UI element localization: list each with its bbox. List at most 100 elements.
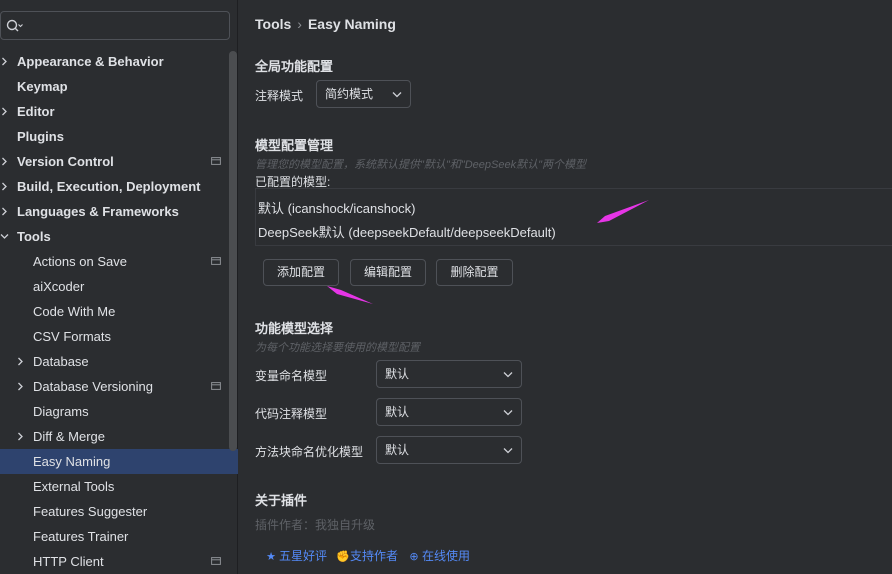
chevron-right-icon[interactable] [0, 107, 9, 116]
list-item[interactable]: 默认 (icanshock/icanshock) [258, 198, 416, 217]
sidebar-item-label: aiXcoder [33, 279, 85, 294]
sidebar-item-actions-on-save[interactable]: Actions on Save [0, 249, 238, 274]
chevron-down-icon [503, 372, 513, 378]
chevron-right-icon[interactable] [0, 182, 9, 191]
code-comment-model-value: 默认 [385, 405, 410, 419]
support-author-label: 支持作者 [350, 549, 399, 563]
sidebar-item-label: CSV Formats [33, 329, 112, 344]
feature-model-title: 功能模型选择 [255, 321, 334, 336]
configured-models-list[interactable]: 默认 (icanshock/icanshock) DeepSeek默认 (dee… [255, 188, 892, 246]
sidebar-item-label: Plugins [17, 129, 64, 144]
sidebar-item-features-trainer[interactable]: Features Trainer [0, 524, 238, 549]
project-scope-icon [211, 557, 221, 565]
settings-main-panel: Tools › Easy Naming 全局功能配置 注释模式 简约模式 模型配置管… [239, 0, 892, 574]
breadcrumb: Tools › Easy Naming [255, 16, 396, 32]
sidebar-item-label: Appearance & Behavior [17, 54, 164, 69]
chevron-right-icon[interactable] [16, 432, 25, 441]
model-config-title: 模型配置管理 [255, 138, 334, 153]
comment-mode-value: 简约模式 [325, 87, 374, 101]
sidebar-item-aixcoder[interactable]: aiXcoder [0, 274, 238, 299]
model-config-hint: 管理您的模型配置，系统默认提供"默认"和"DeepSeek默认"两个模型 [255, 159, 586, 171]
sidebar-item-code-with-me[interactable]: Code With Me [0, 299, 238, 324]
sidebar-item-label: Code With Me [33, 304, 116, 319]
sidebar-item-diagrams[interactable]: Diagrams [0, 399, 238, 424]
sidebar-item-label: Tools [17, 229, 51, 244]
sidebar-item-database[interactable]: Database [0, 349, 238, 374]
method-naming-model-label: 方法块命名优化模型 [255, 445, 364, 459]
chevron-right-icon[interactable] [16, 357, 25, 366]
method-naming-model-value: 默认 [385, 443, 410, 457]
sidebar-item-editor[interactable]: Editor [0, 99, 238, 124]
sidebar-item-label: Features Trainer [33, 529, 129, 544]
annotation-arrow-icon [597, 200, 649, 223]
sidebar-item-label: Easy Naming [33, 454, 111, 469]
search-input[interactable] [25, 16, 225, 36]
comment-mode-label: 注释模式 [255, 89, 304, 103]
breadcrumb-parent[interactable]: Tools [255, 16, 291, 32]
chevron-down-icon [503, 410, 513, 416]
chevron-right-icon[interactable] [0, 157, 9, 166]
chevron-right-icon[interactable] [16, 382, 25, 391]
chevron-right-icon[interactable] [0, 207, 9, 216]
sidebar-item-plugins[interactable]: Plugins [0, 124, 238, 149]
sidebar-item-label: External Tools [33, 479, 115, 494]
sidebar-item-build-execution-deployment[interactable]: Build, Execution, Deployment [0, 174, 238, 199]
sidebar-item-label: Version Control [17, 154, 114, 169]
support-author-link[interactable]: ✊支持作者 [336, 547, 398, 564]
sidebar-item-diff-merge[interactable]: Diff & Merge [0, 424, 238, 449]
project-scope-icon [211, 257, 221, 265]
settings-tree: Appearance & Behavior Keymap Editor Plugins… [0, 49, 238, 574]
sidebar-item-label: Database [33, 354, 89, 369]
sidebar-item-label: Features Suggester [33, 504, 148, 519]
variable-naming-model-dropdown[interactable]: 默认 [376, 360, 522, 388]
project-scope-icon [211, 382, 221, 390]
comment-mode-dropdown[interactable]: 简约模式 [316, 80, 411, 108]
use-online-link[interactable]: ⊕ 在线使用 [408, 547, 470, 564]
chevron-down-icon [503, 448, 513, 454]
breadcrumb-separator: › [297, 16, 302, 32]
annotation-arrow-icon [327, 286, 373, 304]
sidebar-item-languages-frameworks[interactable]: Languages & Frameworks [0, 199, 238, 224]
variable-naming-model-label: 变量命名模型 [255, 369, 328, 383]
list-item[interactable]: DeepSeek默认 (deepseekDefault/deepseekDefa… [258, 222, 556, 241]
globe-icon: ⊕ [409, 551, 419, 563]
sidebar-item-label: Build, Execution, Deployment [17, 179, 201, 194]
delete-config-button[interactable]: 删除配置 [436, 259, 513, 286]
sidebar-scrollbar-thumb[interactable] [229, 51, 237, 451]
sidebar-item-database-versioning[interactable]: Database Versioning [0, 374, 238, 399]
method-naming-model-dropdown[interactable]: 默认 [376, 436, 522, 464]
global-config-title: 全局功能配置 [255, 59, 334, 74]
sidebar-item-label: Languages & Frameworks [17, 204, 179, 219]
sidebar-item-version-control[interactable]: Version Control [0, 149, 238, 174]
sidebar-item-appearance-behavior[interactable]: Appearance & Behavior [0, 49, 238, 74]
code-comment-model-label: 代码注释模型 [255, 407, 328, 421]
feature-model-hint: 为每个功能选择要使用的模型配置 [255, 342, 420, 354]
breadcrumb-current: Easy Naming [307, 16, 396, 32]
sidebar-item-label: Keymap [17, 79, 68, 94]
star-icon: ★ [266, 551, 276, 563]
project-scope-icon [211, 157, 221, 165]
sidebar-item-external-tools[interactable]: External Tools [0, 474, 238, 499]
sidebar-item-features-suggester[interactable]: Features Suggester [0, 499, 238, 524]
chevron-down-icon[interactable] [0, 232, 9, 241]
sidebar-item-label: HTTP Client [33, 554, 104, 569]
code-comment-model-dropdown[interactable]: 默认 [376, 398, 522, 426]
sidebar-item-keymap[interactable]: Keymap [0, 74, 238, 99]
sidebar-item-http-client[interactable]: HTTP Client [0, 549, 238, 574]
search-icon [6, 19, 23, 32]
sidebar-item-csv-formats[interactable]: CSV Formats [0, 324, 238, 349]
chevron-right-icon[interactable] [0, 57, 9, 66]
sidebar-item-tools[interactable]: Tools [0, 224, 238, 249]
about-plugin-title: 关于插件 [255, 493, 308, 508]
variable-naming-model-value: 默认 [385, 367, 410, 381]
sidebar-item-label: Diagrams [33, 404, 89, 419]
sidebar-item-label: Diff & Merge [33, 429, 106, 444]
sidebar-item-easy-naming[interactable]: Easy Naming [0, 449, 238, 474]
sidebar-item-label: Actions on Save [33, 254, 127, 269]
thumb-icon: ✊ [336, 551, 350, 563]
settings-search-box[interactable] [0, 11, 230, 40]
settings-sidebar: Appearance & Behavior Keymap Editor Plugins… [0, 0, 238, 574]
plugin-author-text: 插件作者：我独自升级 [255, 518, 376, 532]
sidebar-item-label: Editor [17, 104, 55, 119]
rate-five-star-link[interactable]: ★ 五星好评 [265, 547, 327, 564]
